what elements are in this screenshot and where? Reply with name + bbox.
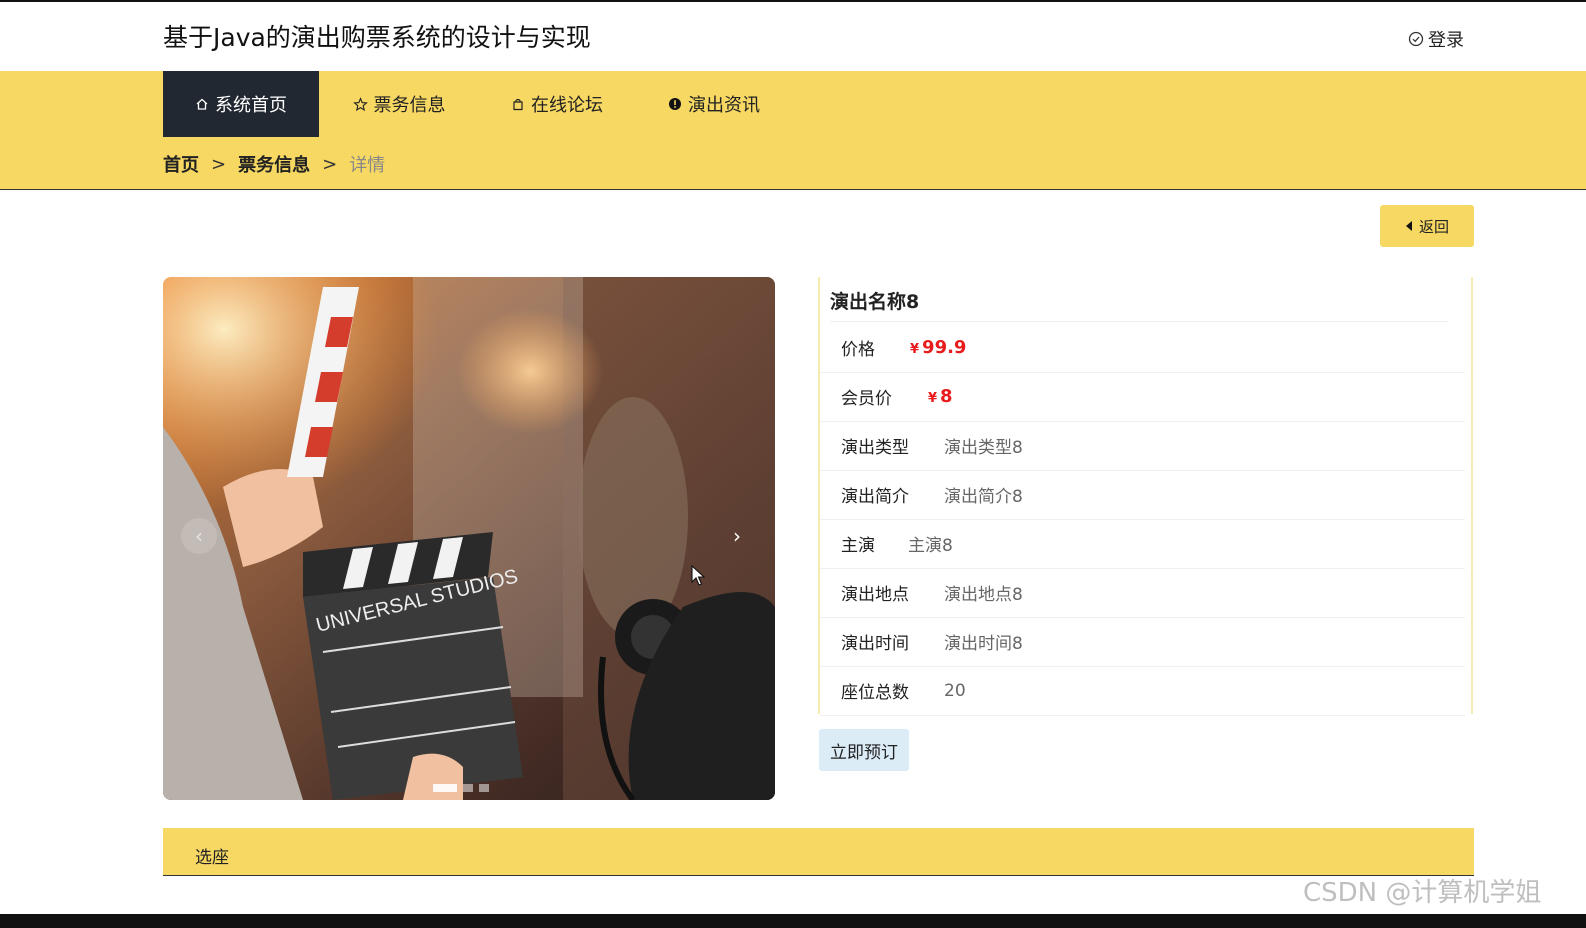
detail-row-seats: 座位总数 20 [820, 666, 1465, 716]
nav-item-tickets[interactable]: 票务信息 [335, 71, 463, 137]
nav-item-home[interactable]: 系统首页 [163, 71, 319, 137]
carousel-prev-button[interactable]: ‹ [181, 518, 217, 554]
check-circle-icon [1408, 31, 1424, 47]
show-name: 演出名称8 [830, 291, 920, 313]
breadcrumb-current: 详情 [349, 155, 386, 176]
price-amount: 99.9 [922, 337, 967, 358]
divider [830, 321, 1448, 322]
breadcrumb-tickets[interactable]: 票务信息 [238, 151, 310, 177]
row-label: 价格 [841, 340, 875, 360]
caret-left-icon [1405, 221, 1412, 231]
nav-item-label: 票务信息 [373, 95, 446, 116]
nav-item-label: 在线论坛 [531, 95, 603, 116]
nav-item-forum[interactable]: 在线论坛 [493, 71, 621, 137]
carousel-dot[interactable] [479, 784, 489, 792]
mouse-cursor-icon [691, 565, 705, 586]
breadcrumb-home[interactable]: 首页 [163, 151, 199, 177]
carousel-next-button[interactable]: › [719, 518, 755, 554]
carousel-dot[interactable] [433, 784, 457, 792]
back-button-label: 返回 [1418, 217, 1449, 236]
nav-item-news[interactable]: 演出资讯 [650, 71, 778, 137]
bag-icon [513, 98, 523, 111]
seat-selection-label: 选座 [195, 848, 229, 868]
row-value: 演出时间8 [944, 634, 1023, 654]
breadcrumb: 首页 > 票务信息 > 详情 [163, 151, 385, 177]
row-label: 座位总数 [841, 683, 909, 703]
breadcrumb-separator: > [322, 153, 338, 175]
info-icon [669, 98, 681, 110]
price-value: ¥99.9 [910, 337, 966, 358]
detail-row-type: 演出类型 演出类型8 [820, 421, 1465, 471]
login-label: 登录 [1428, 30, 1464, 51]
watermark: CSDN @计算机学姐 [1303, 878, 1542, 908]
row-label: 演出地点 [841, 585, 909, 605]
nav-item-label: 系统首页 [215, 95, 287, 116]
top-border [0, 0, 1586, 2]
row-value: 演出地点8 [944, 585, 1023, 605]
home-icon [196, 98, 208, 110]
row-value: 主演8 [908, 536, 953, 556]
breadcrumb-separator: > [211, 153, 227, 175]
detail-row-member-price: 会员价 ¥8 [820, 372, 1465, 422]
login-button[interactable]: 登录 [1408, 26, 1464, 52]
nav-item-label: 演出资讯 [688, 95, 760, 116]
detail-row-lead-actor: 主演 主演8 [820, 519, 1465, 569]
row-value: 20 [944, 680, 966, 701]
currency-symbol: ¥ [910, 342, 920, 357]
row-label: 会员价 [841, 389, 892, 409]
detail-row-venue: 演出地点 演出地点8 [820, 568, 1465, 618]
row-label: 主演 [841, 536, 875, 556]
currency-symbol: ¥ [928, 391, 938, 406]
bottom-border [0, 914, 1586, 928]
star-icon [352, 96, 368, 111]
member-price-value: ¥8 [928, 386, 953, 407]
book-now-button[interactable]: 立即预订 [819, 729, 909, 771]
row-value: 演出类型8 [944, 438, 1023, 458]
carousel-indicators [433, 784, 489, 792]
row-label: 演出类型 [841, 438, 909, 458]
image-carousel: UNIVERSAL STUDIOS [163, 277, 775, 800]
seat-selection-bar[interactable] [163, 828, 1474, 876]
row-value: 演出简介8 [944, 487, 1023, 507]
row-label: 演出简介 [841, 487, 909, 507]
carousel-dot[interactable] [463, 784, 473, 792]
detail-row-time: 演出时间 演出时间8 [820, 617, 1465, 667]
carousel-image: UNIVERSAL STUDIOS [163, 277, 775, 800]
site-title: 基于Java的演出购票系统的设计与实现 [163, 23, 591, 52]
back-button[interactable]: 返回 [1380, 205, 1474, 247]
row-label: 演出时间 [841, 634, 909, 654]
detail-row-price: 价格 ¥99.9 [820, 323, 1465, 373]
detail-row-intro: 演出简介 演出简介8 [820, 470, 1465, 520]
member-price-amount: 8 [940, 386, 953, 407]
